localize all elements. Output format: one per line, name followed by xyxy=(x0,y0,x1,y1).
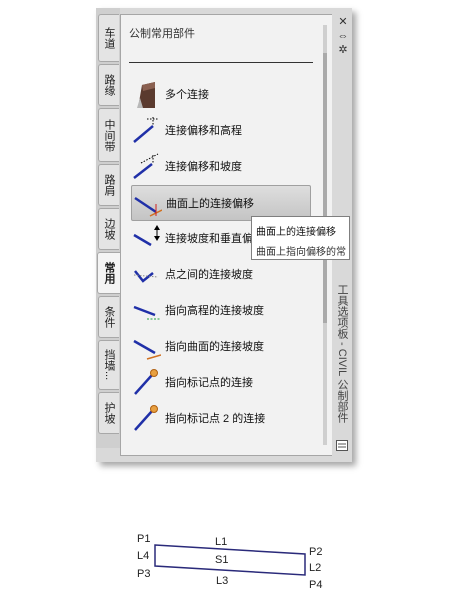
point-label-p1: P1 xyxy=(137,533,150,545)
tool-link-to-marked-point-2[interactable]: 指向标记点 2 的连接 xyxy=(131,401,309,435)
tab-label: 路缘 xyxy=(103,74,115,96)
tab-label: 路肩 xyxy=(103,174,115,196)
tool-link-to-marked-point[interactable]: 指向标记点的连接 xyxy=(131,365,309,399)
tab-strip: 车道 路缘 中间带 路肩 边坡 常用 条件 挡墙... 护坡 xyxy=(96,8,120,448)
tooltip: 曲面上的连接偏移 曲面上指向偏移的常 xyxy=(251,216,350,260)
tab-label: 常用 xyxy=(103,262,115,284)
tool-multiple-links[interactable]: 多个连接 xyxy=(131,77,309,111)
close-icon[interactable]: ✕ xyxy=(336,16,350,28)
tab-label: 条件 xyxy=(103,306,115,328)
tool-label: 指向标记点的连接 xyxy=(165,377,253,389)
link-label-l1: L1 xyxy=(215,536,227,548)
link-slope-to-surface-icon xyxy=(133,339,161,360)
link-to-marked-point-2-icon xyxy=(134,405,158,431)
link-slope-between-points-icon xyxy=(133,270,159,283)
tab-medians[interactable]: 中间带 xyxy=(98,108,119,162)
tool-label: 指向曲面的连接坡度 xyxy=(165,341,264,353)
palette-title: 公制常用部件 xyxy=(129,28,195,40)
auto-hide-icon[interactable]: ⇔ xyxy=(336,30,350,42)
tool-label: 连接坡度和垂直偏 xyxy=(165,233,253,245)
link-slope-to-elevation-icon xyxy=(133,305,160,320)
tool-link-slope-between-points[interactable]: 点之间的连接坡度 xyxy=(131,257,309,291)
tab-shoulders[interactable]: 路肩 xyxy=(98,164,119,206)
point-label-p3: P3 xyxy=(137,568,150,580)
tool-link-slope-to-surface[interactable]: 指向曲面的连接坡度 xyxy=(131,329,309,363)
palette-menu-icon[interactable] xyxy=(336,440,348,451)
link-offset-slope-icon xyxy=(133,153,159,179)
title-divider xyxy=(129,62,313,63)
tooltip-title: 曲面上的连接偏移 xyxy=(256,227,336,238)
tool-label: 多个连接 xyxy=(165,89,209,101)
tool-label: 点之间的连接坡度 xyxy=(165,269,253,281)
point-label-p2: P2 xyxy=(309,546,322,558)
link-diagram: P1 P2 P3 P4 L1 L2 L3 L4 S1 xyxy=(137,533,322,591)
shape-outline xyxy=(154,544,306,576)
tool-link-offset-elevation[interactable]: 连接偏移和高程 xyxy=(131,113,309,147)
tab-lanes[interactable]: 车道 xyxy=(98,14,119,62)
tool-label: 连接偏移和坡度 xyxy=(165,161,242,173)
tab-retaining-walls[interactable]: 挡墙... xyxy=(98,340,119,390)
point-label-p4: P4 xyxy=(309,579,322,591)
tool-label: 连接偏移和高程 xyxy=(165,125,242,137)
tab-curbs[interactable]: 路缘 xyxy=(98,64,119,106)
tab-generic[interactable]: 常用 xyxy=(97,252,120,294)
tool-label: 曲面上的连接偏移 xyxy=(166,198,254,210)
tab-label: 边坡 xyxy=(103,218,115,240)
link-label-l2: L2 xyxy=(309,562,321,574)
properties-icon[interactable]: ✲ xyxy=(336,44,350,56)
link-offset-elevation-icon xyxy=(133,117,159,143)
tool-label: 指向标记点 2 的连接 xyxy=(165,413,266,425)
link-to-marked-point-icon xyxy=(134,369,158,395)
tab-slopes[interactable]: 边坡 xyxy=(98,208,119,250)
tool-label: 指向高程的连接坡度 xyxy=(165,305,264,317)
scrollbar-thumb[interactable] xyxy=(323,53,327,323)
link-offset-on-surface-icon xyxy=(134,196,162,217)
shape-label-s1: S1 xyxy=(215,554,228,566)
tab-label: 中间带 xyxy=(103,118,115,152)
tab-conditional[interactable]: 条件 xyxy=(98,296,119,338)
tooltip-description: 曲面上指向偏移的常 xyxy=(256,247,346,258)
palette-vertical-title: 工具选项板 - CIVIL 公制部件 xyxy=(336,284,348,423)
tab-label: 车道 xyxy=(103,27,115,49)
tool-link-offset-slope[interactable]: 连接偏移和坡度 xyxy=(131,149,309,183)
tool-link-slope-to-elevation[interactable]: 指向高程的连接坡度 xyxy=(131,293,309,327)
link-label-l4: L4 xyxy=(137,550,149,562)
link-label-l3: L3 xyxy=(216,575,228,587)
link-slope-vertical-offset-icon xyxy=(133,225,160,247)
tab-label: 挡墙... xyxy=(103,349,115,381)
tab-slope-protection[interactable]: 护坡 xyxy=(98,392,119,434)
tab-label: 护坡 xyxy=(103,402,115,424)
multiple-links-icon xyxy=(137,82,155,108)
